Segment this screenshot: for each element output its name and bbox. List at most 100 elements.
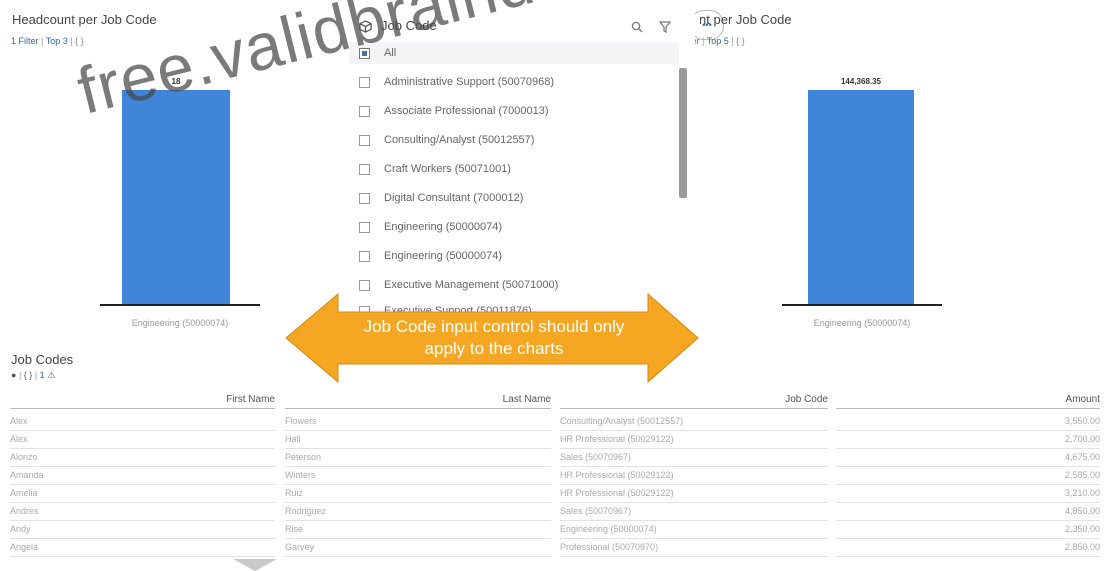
cell-first-name: Alex xyxy=(10,430,275,449)
dropdown-item[interactable]: Associate Professional (7000013) xyxy=(359,100,548,122)
dropdown-item-label: Administrative Support (50070968) xyxy=(384,76,554,88)
dropdown-title: Job Code xyxy=(381,18,437,33)
cell-first-name: Alex xyxy=(10,412,275,431)
bar-value-label: 18 xyxy=(171,77,181,86)
chart-subtitle: 1 Filter | Top 5 | { } xyxy=(690,36,810,50)
filter-icon[interactable] xyxy=(658,20,672,38)
cell-last-name: Rise xyxy=(285,520,551,539)
category-label: Engineering (50000074) xyxy=(131,318,229,328)
warning-count[interactable]: 1 xyxy=(40,370,45,380)
dropdown-item-label: Consulting/Analyst (50012557) xyxy=(384,134,535,146)
dropdown-item[interactable]: Engineering (50000074) xyxy=(359,216,502,238)
job-code-filter-dropdown[interactable]: Job Code All Administrative Support (500… xyxy=(345,8,695,320)
cube-icon xyxy=(359,20,372,38)
dropdown-item-label: Digital Consultant (7000012) xyxy=(384,192,524,204)
dropdown-item-label: Engineering (50000074) xyxy=(384,221,503,233)
variables-link[interactable]: { } xyxy=(75,36,84,46)
cell-first-name: Andres xyxy=(10,502,275,521)
table-title: Job Codes xyxy=(11,352,74,367)
cell-job-code: Engineering (50000074) xyxy=(560,520,828,539)
column-header-amount[interactable]: Amount xyxy=(836,394,1100,409)
table-row[interactable]: Alex Flowers Consulting/Analyst (50012557)… xyxy=(10,412,1102,431)
bar-value-label: 144,368.35 xyxy=(840,77,882,86)
checkbox[interactable] xyxy=(359,134,370,146)
table-row[interactable]: Andy Rise Engineering (50000074) 2,350.00 xyxy=(10,520,1102,539)
right-chart: ••• Headcount per Job Code 1 Filter | To… xyxy=(690,0,1110,340)
cell-job-code: HR Professional (50029122) xyxy=(560,484,828,503)
callout-line-2: apply to the charts xyxy=(425,339,564,358)
scroll-down-indicator[interactable] xyxy=(233,559,277,571)
search-icon[interactable] xyxy=(631,20,643,38)
cell-last-name: Flowers xyxy=(285,412,551,431)
chart-bar[interactable] xyxy=(808,90,914,304)
cell-last-name: Winters xyxy=(285,466,551,485)
cell-amount: 2,850.00 xyxy=(836,538,1100,557)
dropdown-item-all[interactable]: All xyxy=(349,42,679,64)
checkbox[interactable] xyxy=(359,76,370,88)
checkbox[interactable] xyxy=(359,250,370,262)
cell-amount: 3,210.00 xyxy=(836,484,1100,503)
cell-job-code: Sales (50070967) xyxy=(560,502,828,521)
dropdown-item[interactable]: Craft Workers (50071001) xyxy=(359,158,511,180)
cell-amount: 2,700.00 xyxy=(836,430,1100,449)
filter-dot-icon: ● xyxy=(11,370,17,380)
dropdown-item-label: Engineering (50000074) xyxy=(384,250,503,262)
cell-last-name: Ruiz xyxy=(285,484,551,503)
table-row[interactable]: Angela Garvey Professional (50070970) 2,850… xyxy=(10,538,1102,557)
checkbox[interactable] xyxy=(359,105,370,117)
variables-link[interactable]: { } xyxy=(736,36,745,46)
cell-job-code: Professional (50070970) xyxy=(560,538,828,557)
cell-job-code: HR Professional (50029122) xyxy=(560,466,828,485)
double-arrow-shape xyxy=(285,292,699,384)
chart-baseline xyxy=(100,304,260,306)
dropdown-item[interactable]: Administrative Support (50070968) xyxy=(359,71,554,93)
checkbox[interactable] xyxy=(359,279,370,291)
table-row[interactable]: Alonzo Peterson Sales (50070967) 4,675.00 xyxy=(10,448,1102,467)
cell-last-name: Garvey xyxy=(285,538,551,557)
table-row[interactable]: Andres Rodriguez Sales (50070967) 4,850.00 xyxy=(10,502,1102,521)
cell-amount: 3,550.00 xyxy=(836,412,1100,431)
chart-baseline xyxy=(782,304,942,306)
cell-first-name: Andy xyxy=(10,520,275,539)
checkbox[interactable] xyxy=(359,163,370,175)
filter-link[interactable]: 1 Filter xyxy=(11,36,39,46)
chart-bar[interactable] xyxy=(122,90,230,304)
checkbox[interactable] xyxy=(359,221,370,233)
column-header-job-code[interactable]: Job Code xyxy=(560,394,828,409)
chart-subtitle: 1 Filter | Top 3 | { } xyxy=(11,36,84,46)
dropdown-scrollbar[interactable] xyxy=(679,68,687,198)
cell-amount: 2,585.00 xyxy=(836,466,1100,485)
dropdown-item[interactable]: Digital Consultant (7000012) xyxy=(359,187,523,209)
cell-first-name: Alonzo xyxy=(10,448,275,467)
column-header-last-name[interactable]: Last Name xyxy=(285,394,551,409)
table-row[interactable]: Alex Hall HR Professional (50029122) 2,700.… xyxy=(10,430,1102,449)
column-header-first-name[interactable]: First Name xyxy=(10,394,275,409)
cell-first-name: Angela xyxy=(10,538,275,557)
dropdown-item[interactable]: Engineering (50000074) xyxy=(359,245,502,267)
cell-job-code: Sales (50070967) xyxy=(560,448,828,467)
cell-job-code: HR Professional (50029122) xyxy=(560,430,828,449)
cell-last-name: Peterson xyxy=(285,448,551,467)
variables-link[interactable]: { } xyxy=(24,370,33,380)
dropdown-item-label: Associate Professional (7000013) xyxy=(384,105,549,117)
checkbox[interactable] xyxy=(359,192,370,204)
cell-first-name: Amelia xyxy=(10,484,275,503)
dropdown-item-label: Craft Workers (50071001) xyxy=(384,163,511,175)
top-n-link[interactable]: Top 3 xyxy=(46,36,68,46)
chart-title: Headcount per Job Code xyxy=(12,12,157,27)
table-row[interactable]: Amelia Ruiz HR Professional (50029122) 3,21… xyxy=(10,484,1102,503)
top-n-link[interactable]: Top 5 xyxy=(707,36,729,46)
dropdown-item[interactable]: Consulting/Analyst (50012557) xyxy=(359,129,534,151)
cell-amount: 2,350.00 xyxy=(836,520,1100,539)
cell-amount: 4,675.00 xyxy=(836,448,1100,467)
table-subtitle: ● | { } | 1 ⚠ xyxy=(11,370,56,380)
cell-amount: 4,850.00 xyxy=(836,502,1100,521)
cell-first-name: Amanda xyxy=(10,466,275,485)
chart-title-text: Headcount per Job Code xyxy=(700,12,792,27)
checkbox[interactable] xyxy=(359,47,370,59)
warning-icon: ⚠ xyxy=(47,370,56,380)
left-chart: Headcount per Job Code 1 Filter | Top 3 … xyxy=(0,0,340,340)
cell-job-code: Consulting/Analyst (50012557) xyxy=(560,412,828,431)
table-row[interactable]: Amanda Winters HR Professional (50029122) 2… xyxy=(10,466,1102,485)
dropdown-item-label: All xyxy=(384,47,397,59)
